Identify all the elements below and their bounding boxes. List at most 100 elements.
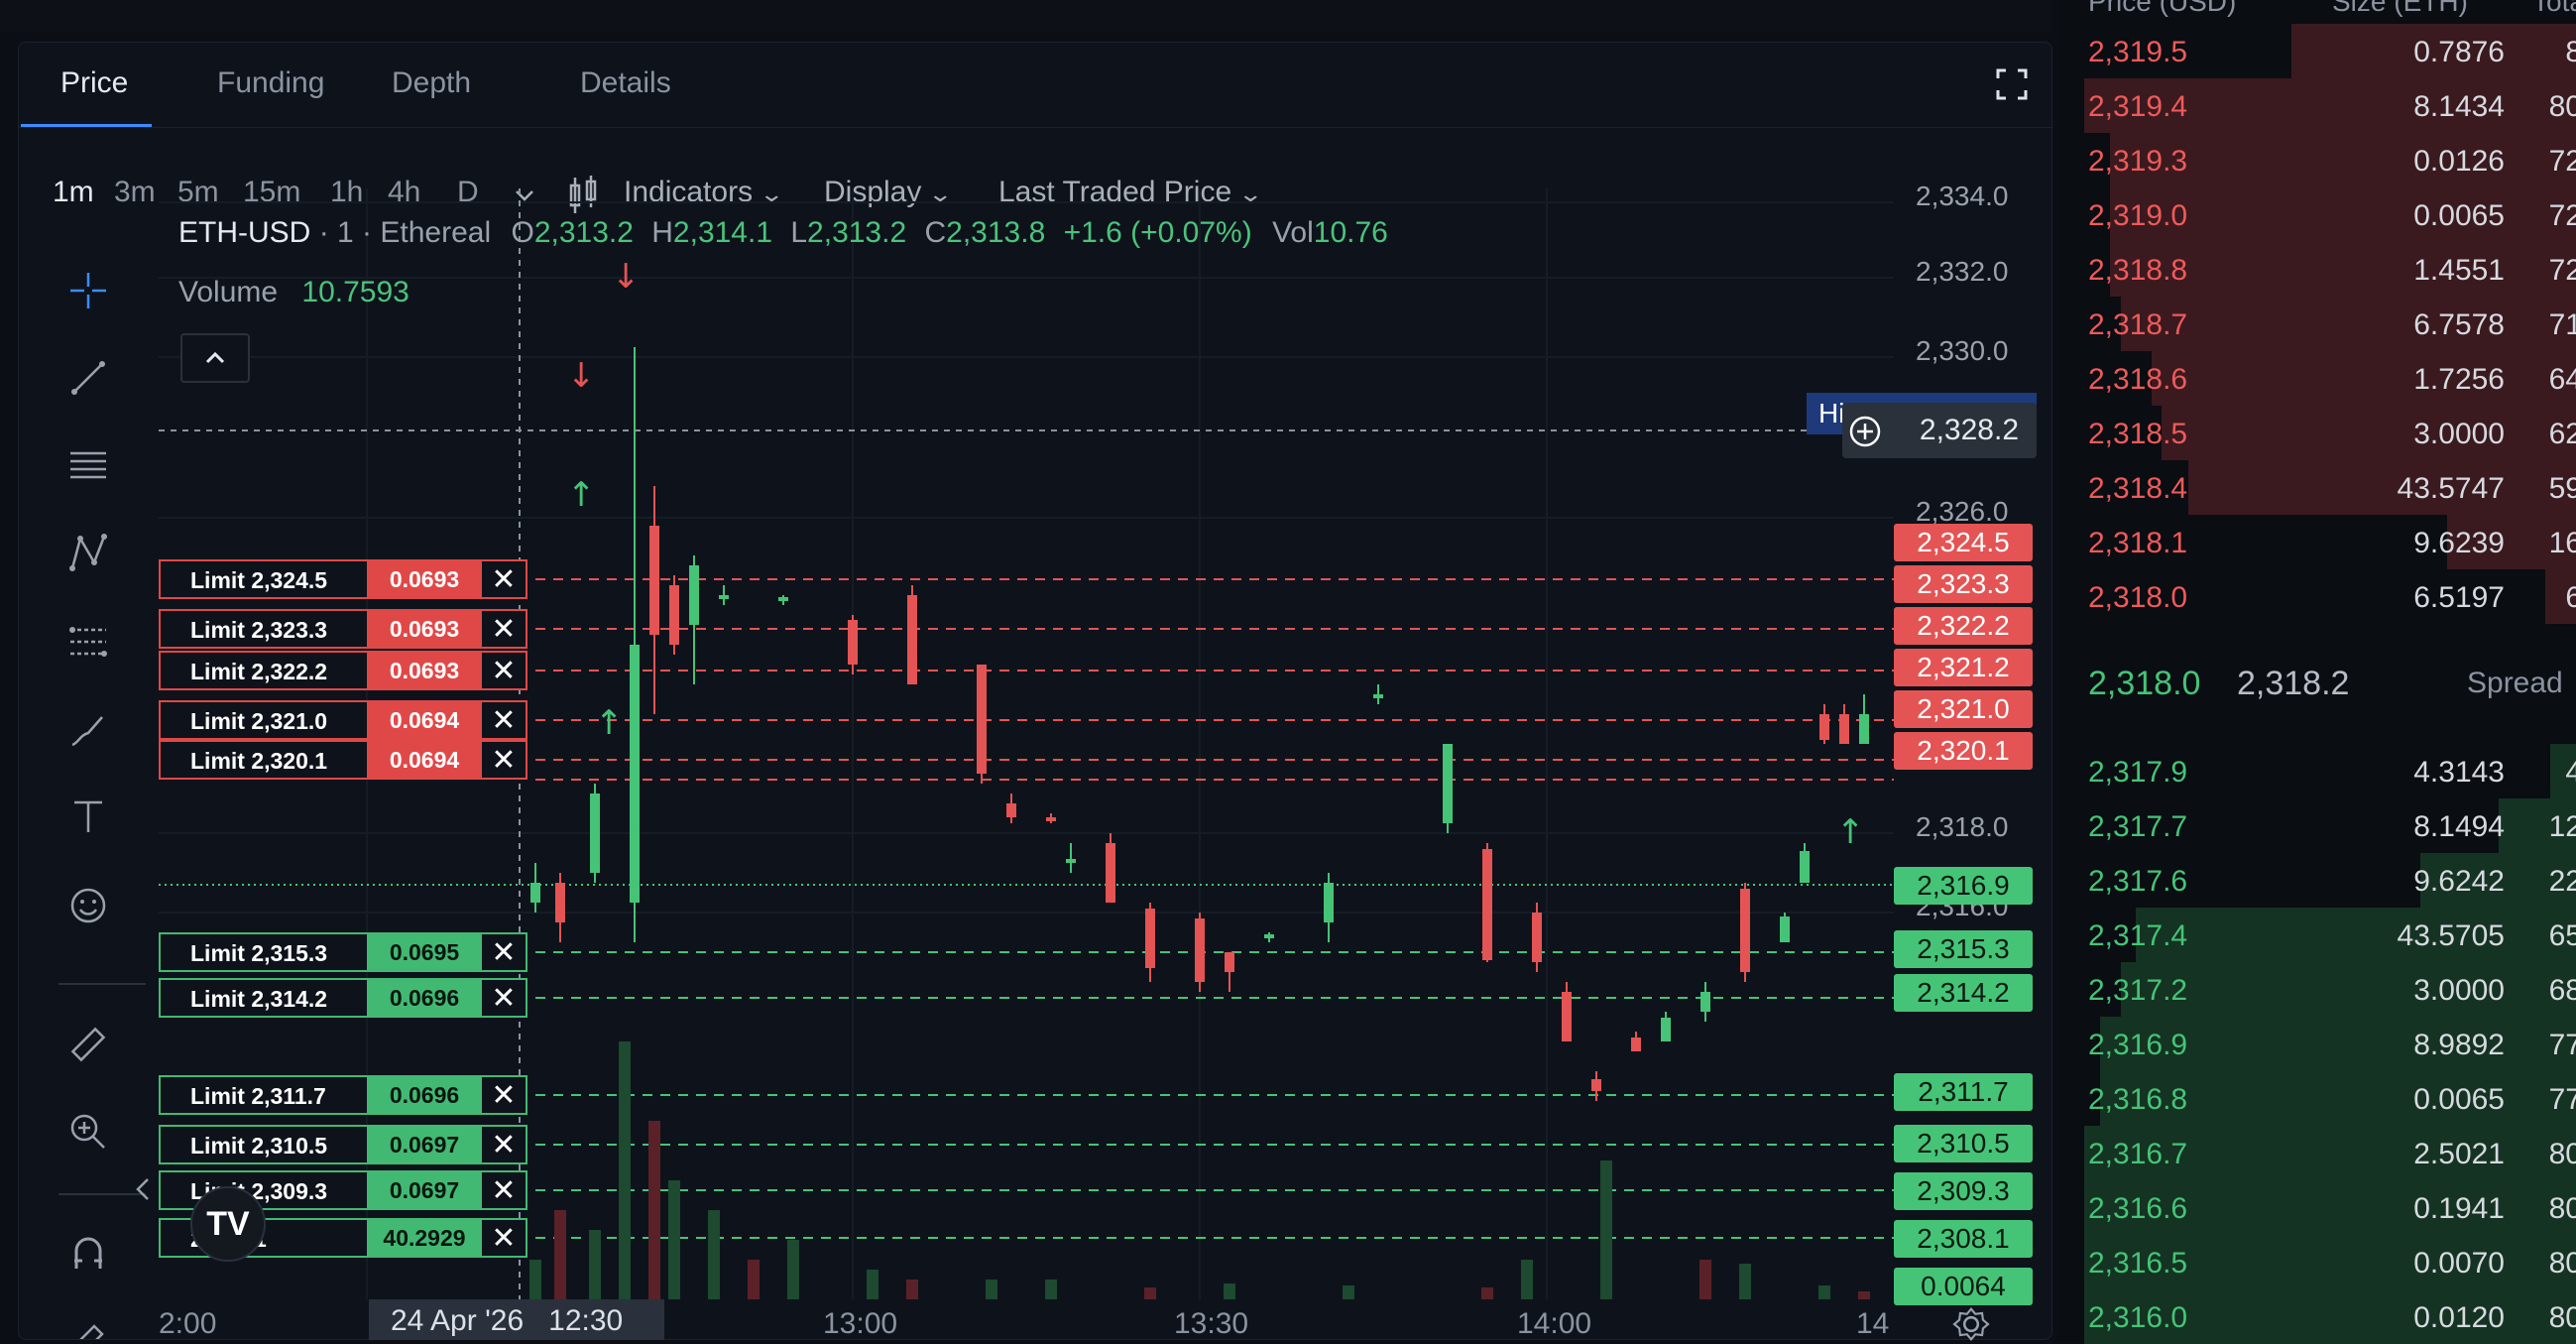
sell-order-label[interactable]: Limit 2,320.10.0694✕ — [159, 740, 527, 780]
cancel-order-icon[interactable]: ✕ — [480, 978, 527, 1018]
cancel-order-icon[interactable]: ✕ — [480, 700, 527, 740]
row-size: 0.1941 — [2413, 1192, 2505, 1226]
cancel-order-icon[interactable]: ✕ — [480, 559, 527, 599]
ask-row[interactable]: 2,318.81.455172 — [2058, 242, 2576, 297]
legend-collapse-button[interactable] — [180, 333, 250, 383]
ask-row[interactable]: 2,319.00.006572 — [2058, 187, 2576, 242]
order-price[interactable]: Limit 2,324.5 — [159, 559, 369, 599]
trendline-icon[interactable] — [66, 356, 110, 400]
brush-icon[interactable] — [66, 707, 110, 751]
candle-body — [977, 665, 987, 774]
tab-funding[interactable]: Funding — [217, 66, 324, 100]
order-size[interactable]: 0.0697 — [369, 1170, 480, 1210]
buy-order-label[interactable]: Limit 2,310.50.0697✕ — [159, 1125, 527, 1164]
collapse-arrow-icon[interactable] — [136, 1177, 150, 1201]
volume-bar — [1045, 1280, 1057, 1299]
bid-row[interactable]: 2,316.60.194180 — [2058, 1180, 2576, 1235]
ask-row[interactable]: 2,318.53.000062 — [2058, 406, 2576, 460]
text-icon[interactable] — [66, 794, 110, 838]
order-size[interactable]: 0.0693 — [369, 609, 480, 649]
order-price[interactable]: Limit 2,309.3 — [159, 1170, 369, 1210]
crosshair-icon[interactable] — [66, 269, 110, 312]
order-price[interactable]: Limit 2,315.3 — [159, 932, 369, 972]
sell-order-label[interactable]: Limit 2,323.30.0693✕ — [159, 609, 527, 649]
price-tick: 2,318.0 — [1916, 811, 2008, 843]
fullscreen-icon[interactable] — [1994, 66, 2030, 102]
order-size[interactable]: 0.0694 — [369, 700, 480, 740]
bid-row[interactable]: 2,317.69.624222 — [2058, 853, 2576, 908]
fib-icon[interactable] — [66, 620, 110, 664]
order-price[interactable]: Limit 2,310.5 — [159, 1125, 369, 1164]
cancel-order-icon[interactable]: ✕ — [480, 932, 527, 972]
ruler-icon[interactable] — [66, 1023, 110, 1066]
cancel-order-icon[interactable]: ✕ — [480, 609, 527, 649]
cancel-order-icon[interactable]: ✕ — [480, 651, 527, 690]
tab-depth[interactable]: Depth — [392, 66, 471, 100]
bid-row[interactable]: 2,317.94.31434 — [2058, 744, 2576, 798]
volume-bar — [1481, 1287, 1493, 1299]
emoji-icon[interactable] — [66, 884, 110, 927]
buy-order-label[interactable]: Limit 2,314.20.0696✕ — [159, 978, 527, 1018]
bid-row[interactable]: 2,316.98.989277 — [2058, 1017, 2576, 1071]
ask-row[interactable]: 2,318.19.623916 — [2058, 515, 2576, 569]
candle-body — [1839, 714, 1849, 744]
zoom-in-icon[interactable] — [66, 1110, 110, 1154]
row-size: 6.5197 — [2413, 581, 2505, 615]
tab-price[interactable]: Price — [60, 66, 128, 100]
order-size[interactable]: 0.0696 — [369, 1075, 480, 1115]
bid-row[interactable]: 2,317.443.570565 — [2058, 908, 2576, 962]
order-price[interactable]: Limit 2,321.0 — [159, 700, 369, 740]
orderbook-header-size: Size (ETH) — [2332, 0, 2468, 18]
sell-order-label[interactable]: Limit 2,321.00.0694✕ — [159, 700, 527, 740]
cancel-order-icon[interactable]: ✕ — [480, 1075, 527, 1115]
ask-row[interactable]: 2,319.50.78768 — [2058, 24, 2576, 78]
horizontal-lines-icon[interactable] — [66, 443, 110, 487]
add-order-icon[interactable] — [1848, 415, 1882, 448]
cancel-order-icon[interactable]: ✕ — [480, 740, 527, 780]
ask-row[interactable]: 2,318.61.725664 — [2058, 351, 2576, 406]
timeframe-1m[interactable]: 1m — [53, 176, 94, 209]
timeframe-3m[interactable]: 3m — [114, 176, 156, 209]
ask-row[interactable]: 2,318.443.574759 — [2058, 460, 2576, 515]
order-price[interactable]: Limit 2,311.7 — [159, 1075, 369, 1115]
order-size[interactable]: 0.0697 — [369, 1125, 480, 1164]
buy-order-label[interactable]: Limit 2,311.70.0696✕ — [159, 1075, 527, 1115]
order-price[interactable]: Limit 2,323.3 — [159, 609, 369, 649]
order-size[interactable]: 0.0696 — [369, 978, 480, 1018]
buy-order-label[interactable]: Limit 2,315.30.0695✕ — [159, 932, 527, 972]
order-size[interactable]: 0.0693 — [369, 651, 480, 690]
bid-row[interactable]: 2,316.00.012080 — [2058, 1289, 2576, 1344]
order-price[interactable]: Limit 2,322.2 — [159, 651, 369, 690]
ask-row[interactable]: 2,319.30.012672 — [2058, 133, 2576, 187]
candle-body — [689, 565, 699, 625]
order-size[interactable]: 0.0695 — [369, 932, 480, 972]
order-price[interactable]: Limit 2,320.1 — [159, 740, 369, 780]
bid-row[interactable]: 2,316.50.007080 — [2058, 1235, 2576, 1289]
order-size[interactable]: 0.0694 — [369, 740, 480, 780]
ask-row[interactable]: 2,318.76.757871 — [2058, 297, 2576, 351]
ask-row[interactable]: 2,318.06.51976 — [2058, 569, 2576, 624]
price-axis[interactable]: 2,334.02,332.02,330.02,326.02,318.02,316… — [1894, 188, 2035, 1299]
bid-row[interactable]: 2,317.78.149412 — [2058, 798, 2576, 853]
bid-row[interactable]: 2,316.80.006577 — [2058, 1071, 2576, 1126]
row-price: 2,318.7 — [2088, 308, 2187, 342]
cancel-order-icon[interactable]: ✕ — [480, 1218, 527, 1258]
bid-row[interactable]: 2,317.23.000068 — [2058, 962, 2576, 1017]
sell-order-label[interactable]: Limit 2,324.50.0693✕ — [159, 559, 527, 599]
ask-row[interactable]: 2,319.48.143480 — [2058, 78, 2576, 133]
cancel-order-icon[interactable]: ✕ — [480, 1170, 527, 1210]
magnet-icon[interactable] — [66, 1231, 110, 1275]
pattern-icon[interactable] — [66, 531, 110, 574]
buy-order-price-tag: 2,315.3 — [1894, 930, 2033, 968]
row-total: 80 — [2549, 1192, 2576, 1226]
settings-icon[interactable] — [1951, 1307, 1991, 1341]
order-size[interactable]: 0.0693 — [369, 559, 480, 599]
order-price[interactable]: Limit 2,314.2 — [159, 978, 369, 1018]
cancel-order-icon[interactable]: ✕ — [480, 1125, 527, 1164]
lock-draw-icon[interactable] — [66, 1318, 110, 1340]
order-size[interactable]: 40.2929 — [369, 1218, 480, 1258]
tab-details[interactable]: Details — [580, 66, 671, 100]
sell-order-label[interactable]: Limit 2,322.20.0693✕ — [159, 651, 527, 690]
tradingview-logo-icon[interactable]: TV — [190, 1186, 266, 1262]
bid-row[interactable]: 2,316.72.502180 — [2058, 1126, 2576, 1180]
